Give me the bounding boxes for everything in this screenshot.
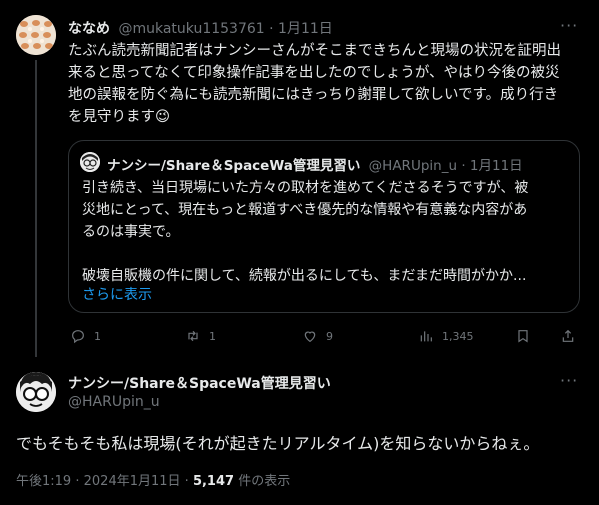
quoted-text-line: 破壊自販機の件に関して、続報が出るにしても、まだまだ時間がかか...	[82, 268, 527, 284]
quoted-text-line: 引き続き、当日現場にいた方々の取材を進めてくださるそうですが、被	[82, 180, 529, 196]
views-count: 5,147	[192, 474, 235, 489]
quoted-avatar	[80, 152, 100, 172]
tweet-text-line: を見守ります	[68, 109, 155, 125]
display-name[interactable]: ななめ	[68, 21, 110, 37]
avatar[interactable]	[16, 15, 56, 55]
quoted-handle: @HARUpin_u	[368, 158, 458, 174]
views-label: 件の表示	[238, 474, 291, 489]
heart-icon	[304, 331, 316, 343]
quoted-tweet[interactable]: ナンシー/Share＆SpaceWa管理見習い @HARUpin_u · 1月1…	[68, 140, 580, 313]
quoted-text-line: 災地にとって、現在もっと報道すべき優先的な情報や有意義な内容があ	[82, 202, 528, 218]
separator: ·	[75, 474, 80, 489]
bookmark-button[interactable]	[515, 328, 531, 344]
views-count: 1,345	[442, 329, 474, 343]
share-icon	[562, 329, 574, 342]
retweet-icon	[188, 330, 198, 342]
handle[interactable]: @mukatuku1153761	[118, 21, 264, 37]
chart-icon	[420, 331, 432, 342]
timestamp[interactable]: 1月11日	[278, 21, 333, 37]
wink-emoji: 😉	[155, 109, 171, 125]
quoted-header: ナンシー/Share＆SpaceWa管理見習い @HARUpin_u · 1月1…	[107, 154, 523, 174]
reply-icon	[72, 330, 84, 344]
avatar[interactable]	[16, 372, 56, 412]
tweet-header: ななめ @mukatuku1153761 · 1月11日	[68, 18, 333, 38]
more-icon[interactable]: ···	[560, 371, 578, 390]
tweet-meta: 午後1:19 · 2024年1月11日 · 5,147 件の表示	[16, 470, 290, 489]
share-button[interactable]	[560, 328, 576, 344]
thread-line	[35, 60, 37, 357]
retweet-button[interactable]: 1	[185, 328, 216, 344]
like-count: 9	[326, 329, 333, 343]
reply-count: 1	[94, 329, 101, 343]
quoted-text: 引き続き、当日現場にいた方々の取材を進めてくださるそうですが、被 災地にとって、…	[82, 177, 572, 287]
views-button[interactable]: 1,345	[418, 328, 474, 344]
separator: ·	[184, 474, 189, 489]
quoted-text-line	[82, 243, 572, 265]
quoted-text-line: るのは事実で。	[82, 224, 180, 240]
tweet-time[interactable]: 午後1:19	[16, 474, 71, 489]
handle[interactable]: @HARUpin_u	[68, 394, 160, 410]
like-button[interactable]: 9	[302, 328, 333, 344]
retweet-count: 1	[209, 329, 216, 343]
quoted-timestamp: 1月11日	[469, 158, 523, 174]
separator: ·	[269, 21, 274, 37]
display-name[interactable]: ナンシー/Share＆SpaceWa管理見習い	[68, 373, 331, 393]
tweet-date[interactable]: 2024年1月11日	[84, 474, 181, 489]
quoted-display-name: ナンシー/Share＆SpaceWa管理見習い	[107, 158, 361, 174]
tweet-text: でもそもそも私は現場(それが起きたリアルタイム)を知らないからねぇ。	[16, 434, 540, 453]
tweet-text-line: 来ると思ってなくて印象操作記事を出したのでしょうが、やはり今後の被災	[68, 65, 560, 81]
separator: ·	[461, 158, 466, 174]
bookmark-icon	[518, 330, 528, 343]
tweet-text-line: たぶん読売新聞記者はナンシーさんがそこまできちんと現場の状況を証明出	[68, 43, 561, 59]
tweet-text-line: 地の誤報を防ぐ為にも読売新聞にはきっちり謝罪して欲しいです。成り行き	[68, 87, 559, 103]
reply-button[interactable]: 1	[70, 328, 101, 344]
show-more-link[interactable]: さらに表示	[82, 284, 152, 304]
more-icon[interactable]: ···	[560, 16, 578, 35]
tweet-text: たぶん読売新聞記者はナンシーさんがそこまできちんと現場の状況を証明出 来ると思っ…	[68, 40, 588, 128]
